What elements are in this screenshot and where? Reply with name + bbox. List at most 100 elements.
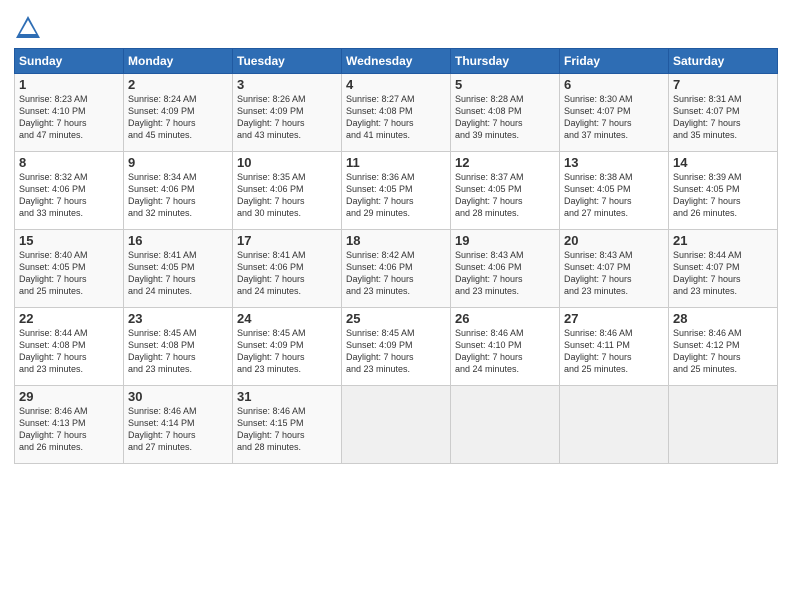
day-number: 29 bbox=[19, 389, 119, 404]
day-number: 14 bbox=[673, 155, 773, 170]
calendar-week-row: 15Sunrise: 8:40 AM Sunset: 4:05 PM Dayli… bbox=[15, 230, 778, 308]
calendar-week-row: 22Sunrise: 8:44 AM Sunset: 4:08 PM Dayli… bbox=[15, 308, 778, 386]
day-number: 22 bbox=[19, 311, 119, 326]
calendar-cell bbox=[560, 386, 669, 464]
calendar-cell: 5Sunrise: 8:28 AM Sunset: 4:08 PM Daylig… bbox=[451, 74, 560, 152]
calendar-cell: 29Sunrise: 8:46 AM Sunset: 4:13 PM Dayli… bbox=[15, 386, 124, 464]
day-number: 18 bbox=[346, 233, 446, 248]
day-info: Sunrise: 8:28 AM Sunset: 4:08 PM Dayligh… bbox=[455, 93, 555, 142]
day-number: 9 bbox=[128, 155, 228, 170]
day-number: 21 bbox=[673, 233, 773, 248]
weekday-row: SundayMondayTuesdayWednesdayThursdayFrid… bbox=[15, 49, 778, 74]
day-info: Sunrise: 8:43 AM Sunset: 4:06 PM Dayligh… bbox=[455, 249, 555, 298]
day-info: Sunrise: 8:44 AM Sunset: 4:08 PM Dayligh… bbox=[19, 327, 119, 376]
weekday-header: Thursday bbox=[451, 49, 560, 74]
calendar-week-row: 1Sunrise: 8:23 AM Sunset: 4:10 PM Daylig… bbox=[15, 74, 778, 152]
day-info: Sunrise: 8:40 AM Sunset: 4:05 PM Dayligh… bbox=[19, 249, 119, 298]
calendar-cell bbox=[669, 386, 778, 464]
day-number: 10 bbox=[237, 155, 337, 170]
day-info: Sunrise: 8:45 AM Sunset: 4:08 PM Dayligh… bbox=[128, 327, 228, 376]
day-info: Sunrise: 8:41 AM Sunset: 4:05 PM Dayligh… bbox=[128, 249, 228, 298]
calendar-cell: 19Sunrise: 8:43 AM Sunset: 4:06 PM Dayli… bbox=[451, 230, 560, 308]
calendar-cell: 8Sunrise: 8:32 AM Sunset: 4:06 PM Daylig… bbox=[15, 152, 124, 230]
day-info: Sunrise: 8:36 AM Sunset: 4:05 PM Dayligh… bbox=[346, 171, 446, 220]
day-number: 24 bbox=[237, 311, 337, 326]
day-info: Sunrise: 8:38 AM Sunset: 4:05 PM Dayligh… bbox=[564, 171, 664, 220]
day-number: 2 bbox=[128, 77, 228, 92]
day-number: 31 bbox=[237, 389, 337, 404]
calendar-cell: 15Sunrise: 8:40 AM Sunset: 4:05 PM Dayli… bbox=[15, 230, 124, 308]
day-number: 26 bbox=[455, 311, 555, 326]
weekday-header: Monday bbox=[124, 49, 233, 74]
day-number: 3 bbox=[237, 77, 337, 92]
calendar-cell: 13Sunrise: 8:38 AM Sunset: 4:05 PM Dayli… bbox=[560, 152, 669, 230]
day-info: Sunrise: 8:42 AM Sunset: 4:06 PM Dayligh… bbox=[346, 249, 446, 298]
day-info: Sunrise: 8:27 AM Sunset: 4:08 PM Dayligh… bbox=[346, 93, 446, 142]
calendar-cell: 21Sunrise: 8:44 AM Sunset: 4:07 PM Dayli… bbox=[669, 230, 778, 308]
calendar-cell: 4Sunrise: 8:27 AM Sunset: 4:08 PM Daylig… bbox=[342, 74, 451, 152]
calendar-cell: 18Sunrise: 8:42 AM Sunset: 4:06 PM Dayli… bbox=[342, 230, 451, 308]
day-info: Sunrise: 8:30 AM Sunset: 4:07 PM Dayligh… bbox=[564, 93, 664, 142]
day-info: Sunrise: 8:41 AM Sunset: 4:06 PM Dayligh… bbox=[237, 249, 337, 298]
calendar-cell: 31Sunrise: 8:46 AM Sunset: 4:15 PM Dayli… bbox=[233, 386, 342, 464]
day-number: 20 bbox=[564, 233, 664, 248]
day-number: 30 bbox=[128, 389, 228, 404]
day-info: Sunrise: 8:46 AM Sunset: 4:12 PM Dayligh… bbox=[673, 327, 773, 376]
day-info: Sunrise: 8:46 AM Sunset: 4:15 PM Dayligh… bbox=[237, 405, 337, 454]
day-info: Sunrise: 8:32 AM Sunset: 4:06 PM Dayligh… bbox=[19, 171, 119, 220]
calendar-cell: 17Sunrise: 8:41 AM Sunset: 4:06 PM Dayli… bbox=[233, 230, 342, 308]
calendar-cell: 20Sunrise: 8:43 AM Sunset: 4:07 PM Dayli… bbox=[560, 230, 669, 308]
calendar-cell: 25Sunrise: 8:45 AM Sunset: 4:09 PM Dayli… bbox=[342, 308, 451, 386]
logo bbox=[14, 14, 46, 42]
day-number: 25 bbox=[346, 311, 446, 326]
day-info: Sunrise: 8:34 AM Sunset: 4:06 PM Dayligh… bbox=[128, 171, 228, 220]
calendar-week-row: 29Sunrise: 8:46 AM Sunset: 4:13 PM Dayli… bbox=[15, 386, 778, 464]
calendar-cell: 26Sunrise: 8:46 AM Sunset: 4:10 PM Dayli… bbox=[451, 308, 560, 386]
day-number: 15 bbox=[19, 233, 119, 248]
day-info: Sunrise: 8:45 AM Sunset: 4:09 PM Dayligh… bbox=[346, 327, 446, 376]
page-container: SundayMondayTuesdayWednesdayThursdayFrid… bbox=[0, 0, 792, 612]
day-info: Sunrise: 8:39 AM Sunset: 4:05 PM Dayligh… bbox=[673, 171, 773, 220]
day-number: 1 bbox=[19, 77, 119, 92]
day-number: 16 bbox=[128, 233, 228, 248]
calendar-cell: 24Sunrise: 8:45 AM Sunset: 4:09 PM Dayli… bbox=[233, 308, 342, 386]
weekday-header: Tuesday bbox=[233, 49, 342, 74]
calendar-cell: 14Sunrise: 8:39 AM Sunset: 4:05 PM Dayli… bbox=[669, 152, 778, 230]
day-number: 17 bbox=[237, 233, 337, 248]
day-info: Sunrise: 8:43 AM Sunset: 4:07 PM Dayligh… bbox=[564, 249, 664, 298]
day-info: Sunrise: 8:45 AM Sunset: 4:09 PM Dayligh… bbox=[237, 327, 337, 376]
day-info: Sunrise: 8:46 AM Sunset: 4:14 PM Dayligh… bbox=[128, 405, 228, 454]
calendar-cell: 23Sunrise: 8:45 AM Sunset: 4:08 PM Dayli… bbox=[124, 308, 233, 386]
day-info: Sunrise: 8:44 AM Sunset: 4:07 PM Dayligh… bbox=[673, 249, 773, 298]
day-number: 28 bbox=[673, 311, 773, 326]
day-number: 23 bbox=[128, 311, 228, 326]
calendar-cell bbox=[451, 386, 560, 464]
day-number: 8 bbox=[19, 155, 119, 170]
calendar-body: 1Sunrise: 8:23 AM Sunset: 4:10 PM Daylig… bbox=[15, 74, 778, 464]
day-info: Sunrise: 8:46 AM Sunset: 4:10 PM Dayligh… bbox=[455, 327, 555, 376]
day-number: 7 bbox=[673, 77, 773, 92]
calendar-week-row: 8Sunrise: 8:32 AM Sunset: 4:06 PM Daylig… bbox=[15, 152, 778, 230]
day-info: Sunrise: 8:46 AM Sunset: 4:11 PM Dayligh… bbox=[564, 327, 664, 376]
weekday-header: Wednesday bbox=[342, 49, 451, 74]
day-number: 13 bbox=[564, 155, 664, 170]
day-number: 4 bbox=[346, 77, 446, 92]
calendar-cell: 30Sunrise: 8:46 AM Sunset: 4:14 PM Dayli… bbox=[124, 386, 233, 464]
day-info: Sunrise: 8:24 AM Sunset: 4:09 PM Dayligh… bbox=[128, 93, 228, 142]
day-number: 27 bbox=[564, 311, 664, 326]
calendar-cell: 11Sunrise: 8:36 AM Sunset: 4:05 PM Dayli… bbox=[342, 152, 451, 230]
calendar-cell: 27Sunrise: 8:46 AM Sunset: 4:11 PM Dayli… bbox=[560, 308, 669, 386]
calendar-cell: 3Sunrise: 8:26 AM Sunset: 4:09 PM Daylig… bbox=[233, 74, 342, 152]
calendar-cell: 2Sunrise: 8:24 AM Sunset: 4:09 PM Daylig… bbox=[124, 74, 233, 152]
day-number: 19 bbox=[455, 233, 555, 248]
calendar-cell: 22Sunrise: 8:44 AM Sunset: 4:08 PM Dayli… bbox=[15, 308, 124, 386]
day-info: Sunrise: 8:35 AM Sunset: 4:06 PM Dayligh… bbox=[237, 171, 337, 220]
day-info: Sunrise: 8:23 AM Sunset: 4:10 PM Dayligh… bbox=[19, 93, 119, 142]
calendar-cell: 16Sunrise: 8:41 AM Sunset: 4:05 PM Dayli… bbox=[124, 230, 233, 308]
calendar-cell bbox=[342, 386, 451, 464]
day-info: Sunrise: 8:26 AM Sunset: 4:09 PM Dayligh… bbox=[237, 93, 337, 142]
logo-icon bbox=[14, 14, 42, 42]
calendar-cell: 12Sunrise: 8:37 AM Sunset: 4:05 PM Dayli… bbox=[451, 152, 560, 230]
day-number: 5 bbox=[455, 77, 555, 92]
day-info: Sunrise: 8:31 AM Sunset: 4:07 PM Dayligh… bbox=[673, 93, 773, 142]
